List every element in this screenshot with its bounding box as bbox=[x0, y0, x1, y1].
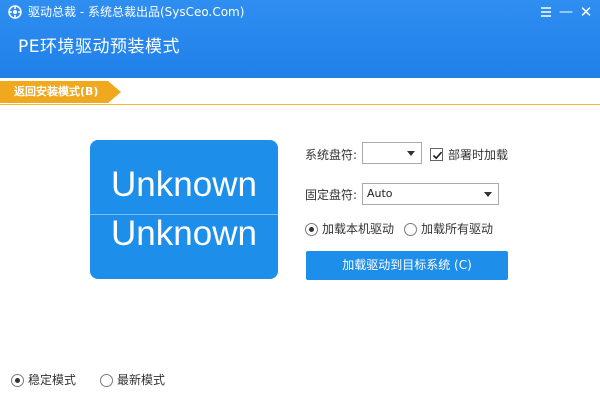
fixed-drive-select[interactable]: Auto bbox=[362, 183, 499, 205]
stable-mode-label: 稳定模式 bbox=[28, 373, 77, 387]
deploy-load-label: 部署时加载 bbox=[448, 148, 509, 162]
system-drive-label: 系统盘符: bbox=[305, 148, 358, 162]
chevron-down-icon bbox=[484, 192, 492, 197]
menu-icon[interactable] bbox=[536, 2, 556, 22]
fixed-drive-value: Auto bbox=[367, 187, 393, 200]
load-all-radio[interactable] bbox=[404, 223, 417, 236]
deploy-load-checkbox[interactable] bbox=[430, 148, 443, 161]
header-bar: 驱动总裁 - 系统总裁出品(SysCeo.Com) — ✕ PE环境驱动预装模式 bbox=[0, 0, 600, 78]
window-title: 驱动总裁 - 系统总裁出品(SysCeo.Com) bbox=[28, 5, 245, 19]
app-logo-icon bbox=[8, 5, 22, 19]
return-install-mode-tab[interactable]: 返回安装模式(B) bbox=[0, 81, 122, 103]
latest-mode-radio[interactable] bbox=[100, 374, 113, 387]
load-drivers-button[interactable]: 加载驱动到目标系统 (C) bbox=[306, 251, 508, 280]
chevron-down-icon bbox=[407, 151, 415, 156]
checkmark-icon bbox=[432, 151, 443, 160]
stable-mode-radio[interactable] bbox=[11, 374, 24, 387]
logo-text-bottom: Unknown bbox=[111, 214, 257, 253]
latest-mode-label: 最新模式 bbox=[117, 373, 166, 387]
return-install-mode-label: 返回安装模式(B) bbox=[14, 85, 99, 98]
minimize-icon[interactable]: — bbox=[556, 2, 576, 22]
close-icon[interactable]: ✕ bbox=[576, 2, 596, 22]
fixed-drive-label: 固定盘符: bbox=[305, 188, 358, 202]
load-all-label: 加载所有驱动 bbox=[421, 222, 494, 236]
title-bar[interactable]: 驱动总裁 - 系统总裁出品(SysCeo.Com) — ✕ bbox=[0, 0, 600, 24]
system-drive-select[interactable] bbox=[362, 142, 422, 164]
logo-card bbox=[90, 140, 278, 279]
load-local-radio[interactable] bbox=[305, 223, 318, 236]
logo-text-top: Unknown bbox=[111, 165, 257, 204]
page-title: PE环境驱动预装模式 bbox=[18, 37, 180, 57]
load-local-label: 加载本机驱动 bbox=[322, 222, 395, 236]
